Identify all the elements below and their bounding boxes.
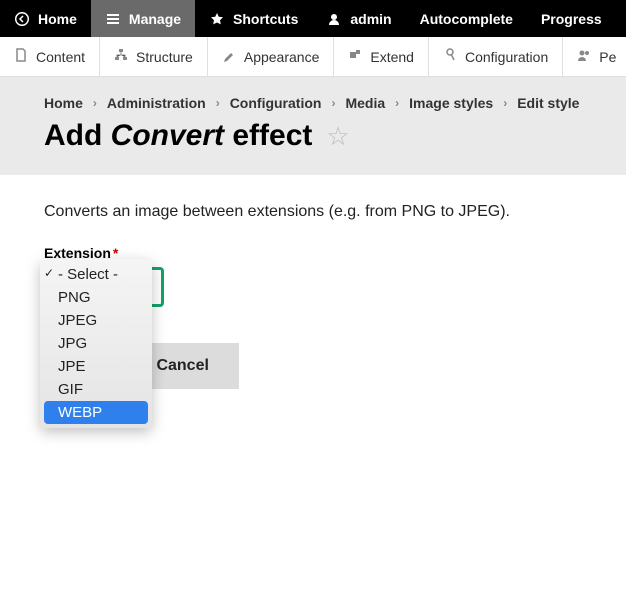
topbar-manage[interactable]: Manage [91,0,195,37]
topbar-shortcuts-label: Shortcuts [233,11,298,27]
adminbar-content[interactable]: Content [0,37,100,76]
dropdown-option-default[interactable]: - Select - [40,263,152,286]
adminbar-people[interactable]: Pe [563,37,626,76]
adminbar-configuration-label: Configuration [465,49,548,65]
user-icon [326,11,342,27]
star-icon [209,11,225,27]
breadcrumb: Home › Administration › Configuration › Med… [44,95,606,111]
adminbar-appearance-label: Appearance [244,49,320,65]
appearance-icon [222,48,236,65]
adminbar-content-label: Content [36,49,85,65]
topbar-progress-label: Progress [541,11,602,27]
extend-icon [348,48,362,65]
adminbar-structure-label: Structure [136,49,193,65]
adminbar-configuration[interactable]: Configuration [429,37,563,76]
back-icon [14,11,30,27]
topbar-admin-label: admin [350,11,391,27]
chevron-right-icon: › [93,96,97,110]
dropdown-option[interactable]: JPE [40,355,152,378]
structure-icon [114,48,128,65]
extension-dropdown[interactable]: - Select - PNG JPEG JPG JPE GIF WEBP [40,259,152,428]
page-title: Add Convert effect [44,119,312,153]
dropdown-option[interactable]: PNG [40,286,152,309]
breadcrumb-item[interactable]: Administration [107,95,206,111]
adminbar-extend-label: Extend [370,49,414,65]
breadcrumb-item[interactable]: Image styles [409,95,493,111]
favorite-star-icon[interactable]: ☆ [326,121,349,152]
adminbar-structure[interactable]: Structure [100,37,208,76]
topbar-admin[interactable]: admin [312,0,405,37]
topbar-shortcuts[interactable]: Shortcuts [195,0,312,37]
topbar-autocomplete[interactable]: Autocomplete [406,0,527,37]
dropdown-option[interactable]: JPEG [40,309,152,332]
description: Converts an image between extensions (e.… [44,203,582,221]
chevron-right-icon: › [216,96,220,110]
breadcrumb-item[interactable]: Edit style [517,95,579,111]
dropdown-option[interactable]: JPG [40,332,152,355]
adminbar-extend[interactable]: Extend [334,37,429,76]
breadcrumb-item[interactable]: Home [44,95,83,111]
content-icon [14,48,28,65]
topbar-autocomplete-label: Autocomplete [420,11,513,27]
people-icon [577,48,591,65]
breadcrumb-item[interactable]: Media [345,95,385,111]
topbar-home-label: Home [38,11,77,27]
topbar-progress[interactable]: Progress [527,0,616,37]
breadcrumb-item[interactable]: Configuration [230,95,322,111]
topbar-manage-label: Manage [129,11,181,27]
topbar-home[interactable]: Home [0,0,91,37]
chevron-right-icon: › [395,96,399,110]
configuration-icon [443,48,457,65]
adminbar-appearance[interactable]: Appearance [208,37,335,76]
menu-icon [105,11,121,27]
adminbar-people-label: Pe [599,49,616,65]
dropdown-option-highlighted[interactable]: WEBP [44,401,148,424]
chevron-right-icon: › [503,96,507,110]
dropdown-option[interactable]: GIF [40,378,152,401]
chevron-right-icon: › [331,96,335,110]
